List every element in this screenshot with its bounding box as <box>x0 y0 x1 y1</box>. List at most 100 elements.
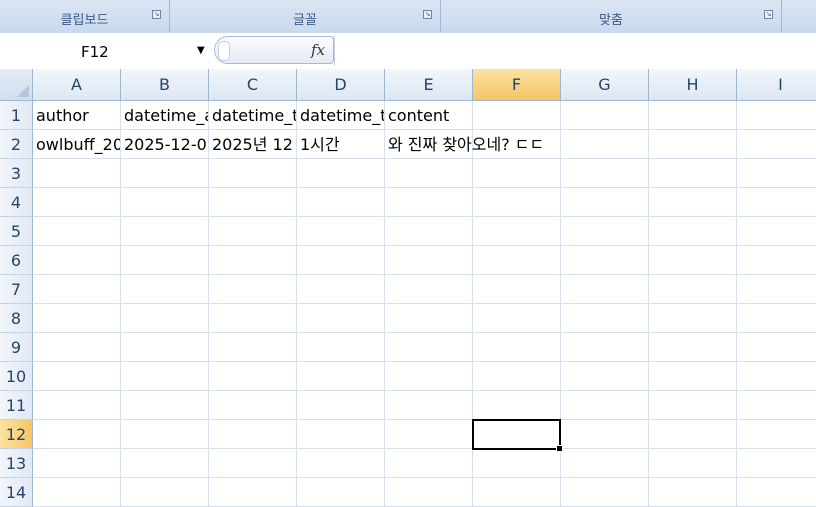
row-header-9[interactable]: 9 <box>0 333 33 362</box>
column-header-a[interactable]: A <box>33 69 121 101</box>
cell-f5[interactable] <box>473 217 561 246</box>
cell-d13[interactable] <box>297 449 385 478</box>
cell-b4[interactable] <box>121 188 209 217</box>
cell-h10[interactable] <box>649 362 737 391</box>
cell-i3[interactable] <box>737 159 816 188</box>
row-header-4[interactable]: 4 <box>0 188 33 217</box>
cell-h7[interactable] <box>649 275 737 304</box>
cell-h6[interactable] <box>649 246 737 275</box>
row-header-2[interactable]: 2 <box>0 130 33 159</box>
cell-b6[interactable] <box>121 246 209 275</box>
cell-b12[interactable] <box>121 420 209 449</box>
column-header-i[interactable]: I <box>737 69 816 101</box>
cell-d9[interactable] <box>297 333 385 362</box>
column-header-e[interactable]: E <box>385 69 473 101</box>
cell-g13[interactable] <box>561 449 649 478</box>
cell-h8[interactable] <box>649 304 737 333</box>
row-header-13[interactable]: 13 <box>0 449 33 478</box>
cell-f6[interactable] <box>473 246 561 275</box>
cell-a13[interactable] <box>33 449 121 478</box>
cell-d8[interactable] <box>297 304 385 333</box>
cell-i8[interactable] <box>737 304 816 333</box>
cell-d7[interactable] <box>297 275 385 304</box>
cell-a3[interactable] <box>33 159 121 188</box>
name-box[interactable]: F12 ▼ <box>0 36 212 66</box>
cell-b2[interactable]: 2025-12-0 <box>121 130 209 159</box>
cell-c4[interactable] <box>209 188 297 217</box>
cell-a2[interactable]: owlbuff_20 <box>33 130 121 159</box>
cell-f2[interactable] <box>473 130 561 159</box>
cell-d10[interactable] <box>297 362 385 391</box>
cell-b5[interactable] <box>121 217 209 246</box>
column-header-h[interactable]: H <box>649 69 737 101</box>
cell-g12[interactable] <box>561 420 649 449</box>
cell-g14[interactable] <box>561 478 649 507</box>
cell-c2[interactable]: 2025년 12 <box>209 130 297 159</box>
cell-f3[interactable] <box>473 159 561 188</box>
cell-g1[interactable] <box>561 101 649 130</box>
cell-a1[interactable]: author <box>33 101 121 130</box>
cell-i6[interactable] <box>737 246 816 275</box>
cell-f1[interactable] <box>473 101 561 130</box>
cell-g5[interactable] <box>561 217 649 246</box>
cell-a4[interactable] <box>33 188 121 217</box>
row-header-8[interactable]: 8 <box>0 304 33 333</box>
column-header-g[interactable]: G <box>561 69 649 101</box>
row-header-6[interactable]: 6 <box>0 246 33 275</box>
cell-a14[interactable] <box>33 478 121 507</box>
row-header-11[interactable]: 11 <box>0 391 33 420</box>
formula-bar-resize-handle[interactable] <box>218 41 230 61</box>
alignment-dialog-launcher-icon[interactable]: ↘ <box>764 10 773 19</box>
row-header-5[interactable]: 5 <box>0 217 33 246</box>
cell-g11[interactable] <box>561 391 649 420</box>
cell-f10[interactable] <box>473 362 561 391</box>
cell-e7[interactable] <box>385 275 473 304</box>
cell-i11[interactable] <box>737 391 816 420</box>
font-dialog-launcher-icon[interactable]: ↘ <box>423 10 432 19</box>
row-header-3[interactable]: 3 <box>0 159 33 188</box>
column-header-b[interactable]: B <box>121 69 209 101</box>
cell-e10[interactable] <box>385 362 473 391</box>
cell-a6[interactable] <box>33 246 121 275</box>
cell-f4[interactable] <box>473 188 561 217</box>
cell-b1[interactable]: datetime_a <box>121 101 209 130</box>
cell-i4[interactable] <box>737 188 816 217</box>
cell-b3[interactable] <box>121 159 209 188</box>
cell-a5[interactable] <box>33 217 121 246</box>
cell-c9[interactable] <box>209 333 297 362</box>
cell-f9[interactable] <box>473 333 561 362</box>
cell-b7[interactable] <box>121 275 209 304</box>
cell-h2[interactable] <box>649 130 737 159</box>
cell-h9[interactable] <box>649 333 737 362</box>
cell-b9[interactable] <box>121 333 209 362</box>
cell-g6[interactable] <box>561 246 649 275</box>
row-header-12[interactable]: 12 <box>0 420 33 449</box>
cell-f14[interactable] <box>473 478 561 507</box>
cell-c8[interactable] <box>209 304 297 333</box>
cell-i10[interactable] <box>737 362 816 391</box>
cell-e13[interactable] <box>385 449 473 478</box>
fx-icon[interactable]: fx <box>311 41 325 59</box>
cell-a11[interactable] <box>33 391 121 420</box>
formula-input[interactable] <box>336 37 816 67</box>
row-header-10[interactable]: 10 <box>0 362 33 391</box>
fill-handle[interactable] <box>556 445 563 452</box>
cell-i13[interactable] <box>737 449 816 478</box>
name-box-dropdown-icon[interactable]: ▼ <box>197 45 205 56</box>
cell-d3[interactable] <box>297 159 385 188</box>
cell-e4[interactable] <box>385 188 473 217</box>
cell-h13[interactable] <box>649 449 737 478</box>
cell-c3[interactable] <box>209 159 297 188</box>
cell-c7[interactable] <box>209 275 297 304</box>
cell-b10[interactable] <box>121 362 209 391</box>
cell-a8[interactable] <box>33 304 121 333</box>
cell-f12[interactable] <box>472 419 563 452</box>
cell-a10[interactable] <box>33 362 121 391</box>
cell-c12[interactable] <box>209 420 297 449</box>
cell-d2[interactable]: 1시간 <box>297 130 385 159</box>
cell-b13[interactable] <box>121 449 209 478</box>
cell-h1[interactable] <box>649 101 737 130</box>
cell-c5[interactable] <box>209 217 297 246</box>
cell-f8[interactable] <box>473 304 561 333</box>
cell-g8[interactable] <box>561 304 649 333</box>
